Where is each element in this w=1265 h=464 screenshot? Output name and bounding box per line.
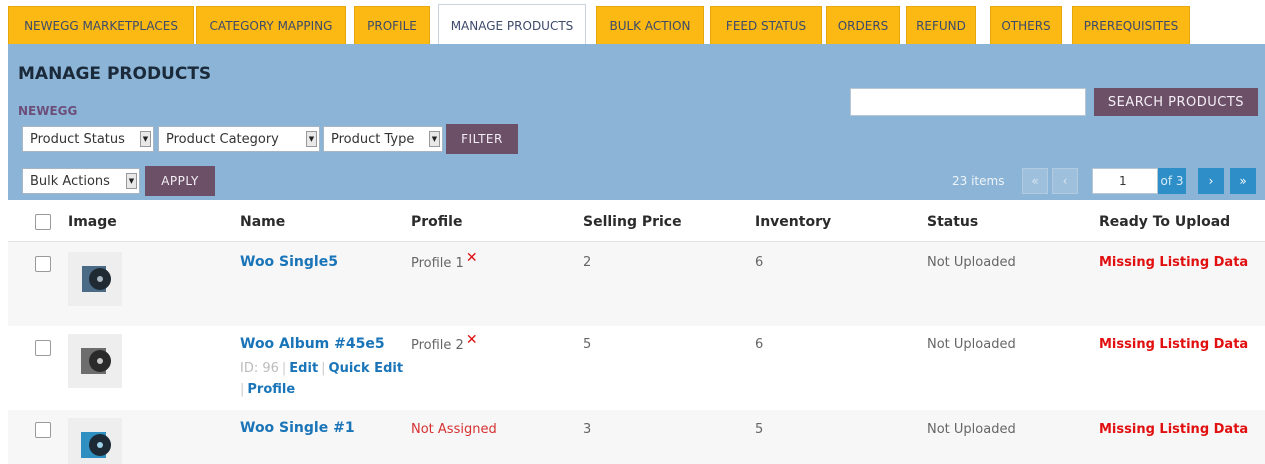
status-text: Not Uploaded (927, 255, 1016, 270)
bulk-actions-value: Bulk Actions (30, 173, 110, 189)
tab-bar: NEWEGG MARKETPLACES CATEGORY MAPPING PRO… (0, 0, 1265, 50)
album-icon (68, 252, 122, 306)
inventory: 5 (755, 422, 764, 437)
column-profile: Profile (411, 214, 463, 230)
product-status-select[interactable]: Product Status ▼ (22, 126, 154, 152)
album-icon (68, 418, 122, 464)
column-name[interactable]: Name (240, 214, 285, 230)
status-text: Not Uploaded (927, 422, 1016, 437)
product-name-link[interactable]: Woo Album #45e5 (240, 336, 385, 352)
inventory: 6 (755, 255, 764, 270)
action-separator: | (321, 361, 326, 376)
search-input[interactable] (850, 88, 1086, 116)
profile-link[interactable]: Profile (247, 382, 295, 397)
product-category-select[interactable]: Product Category ▼ (158, 126, 320, 152)
total-pages-label: of 3 (1158, 168, 1186, 194)
current-page-input[interactable]: 1 (1092, 168, 1158, 194)
tab-profile[interactable]: PROFILE (354, 6, 430, 44)
edit-link[interactable]: Edit (289, 361, 318, 376)
product-status-value: Product Status (30, 131, 125, 147)
column-inventory: Inventory (755, 214, 832, 230)
tab-feed-status[interactable]: FEED STATUS (710, 6, 822, 44)
row-checkbox[interactable] (35, 340, 51, 356)
profile-name: Profile 1 (411, 256, 464, 271)
chevron-down-icon: ▼ (126, 173, 137, 189)
select-all-checkbox[interactable] (35, 214, 51, 230)
row-checkbox[interactable] (35, 422, 51, 438)
filter-button[interactable]: FILTER (446, 124, 518, 154)
column-selling-price: Selling Price (583, 214, 682, 230)
product-thumbnail[interactable] (68, 252, 122, 306)
selling-price: 5 (583, 337, 592, 352)
search-products-button[interactable]: SEARCH PRODUCTS (1094, 88, 1258, 116)
column-ready-to-upload: Ready To Upload (1099, 214, 1231, 230)
profile-cell: Profile 2 ✕ (411, 332, 478, 353)
remove-profile-icon[interactable]: ✕ (466, 332, 478, 348)
tab-bulk-action[interactable]: BULK ACTION (596, 6, 704, 44)
tab-manage-products[interactable]: MANAGE PRODUCTS (438, 4, 586, 46)
profile-not-assigned: Not Assigned (411, 422, 497, 437)
row-actions-line-2: | Profile (240, 382, 295, 397)
prev-page-button[interactable]: ‹ (1052, 168, 1078, 194)
column-status: Status (927, 214, 979, 230)
bulk-actions-select[interactable]: Bulk Actions ▼ (22, 168, 140, 194)
ready-to-upload-status: Missing Listing Data (1099, 422, 1249, 437)
row-actions: ID: 96 | Edit | Quick Edit (240, 361, 403, 376)
page-title: MANAGE PRODUCTS (18, 64, 212, 84)
product-name-link[interactable]: Woo Single #1 (240, 420, 355, 436)
table-row: Woo Single #1 Not Assigned 3 5 Not Uploa… (8, 410, 1265, 464)
next-page-button[interactable]: › (1198, 168, 1224, 194)
chevron-down-icon: ▼ (140, 131, 151, 147)
tab-category-mapping[interactable]: CATEGORY MAPPING (196, 6, 346, 44)
product-name-link[interactable]: Woo Single5 (240, 254, 338, 270)
status-text: Not Uploaded (927, 337, 1016, 352)
tab-prerequisites[interactable]: PREREQUISITES (1072, 6, 1190, 44)
product-type-value: Product Type (331, 131, 415, 147)
tab-refund[interactable]: REFUND (906, 6, 976, 44)
chevron-down-icon: ▼ (306, 131, 317, 147)
first-page-button[interactable]: « (1022, 168, 1048, 194)
page-subtitle: NEWEGG (18, 104, 78, 118)
tab-orders[interactable]: ORDERS (826, 6, 900, 44)
tab-others[interactable]: OTHERS (990, 6, 1062, 44)
product-id: ID: 96 (240, 361, 279, 376)
product-thumbnail[interactable] (68, 418, 122, 464)
column-image: Image (68, 214, 117, 230)
remove-profile-icon[interactable]: ✕ (466, 250, 478, 266)
selling-price: 2 (583, 255, 592, 270)
action-separator: | (281, 361, 287, 376)
profile-name: Profile 2 (411, 338, 464, 353)
last-page-button[interactable]: » (1230, 168, 1256, 194)
ready-to-upload-status: Missing Listing Data (1099, 255, 1249, 270)
inventory: 6 (755, 337, 764, 352)
row-checkbox[interactable] (35, 256, 51, 272)
selling-price: 3 (583, 422, 592, 437)
table-row: Woo Single5 Profile 1 ✕ 2 6 Not Uploaded … (8, 242, 1265, 326)
chevron-down-icon: ▼ (429, 131, 440, 147)
ready-to-upload-status: Missing Listing Data (1099, 337, 1249, 352)
quick-edit-link[interactable]: Quick Edit (329, 361, 404, 376)
product-thumbnail[interactable] (68, 334, 122, 388)
apply-button[interactable]: APPLY (145, 166, 215, 196)
table-row: Woo Album #45e5 ID: 96 | Edit | Quick Edit |… (8, 326, 1265, 410)
profile-cell: Profile 1 ✕ (411, 250, 478, 271)
table-header: Image Name Profile Selling Price Invento… (8, 200, 1265, 242)
product-category-value: Product Category (166, 131, 279, 147)
album-icon (68, 334, 122, 388)
product-type-select[interactable]: Product Type ▼ (323, 126, 443, 152)
items-count: 23 items (952, 174, 1005, 188)
tab-newegg-marketplaces[interactable]: NEWEGG MARKETPLACES (8, 6, 194, 44)
